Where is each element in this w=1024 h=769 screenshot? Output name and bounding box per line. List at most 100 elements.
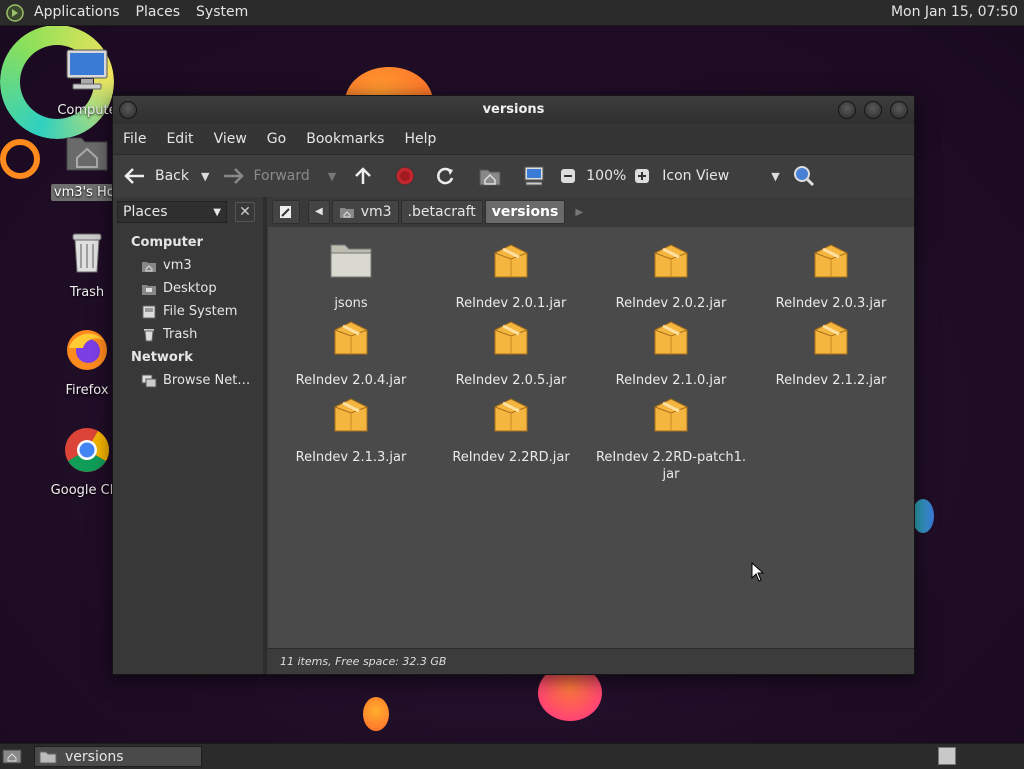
package-icon bbox=[654, 398, 688, 432]
home-button[interactable] bbox=[474, 160, 506, 192]
network-icon bbox=[141, 374, 157, 387]
minimize-button[interactable] bbox=[838, 101, 856, 119]
back-button[interactable]: Back bbox=[119, 160, 193, 192]
sidebar-item-label: vm3 bbox=[163, 258, 192, 273]
file-item[interactable]: ReIndev 2.2RD.jar bbox=[431, 391, 591, 466]
computer-icon bbox=[66, 49, 108, 90]
computer-icon bbox=[524, 166, 544, 186]
sidebar-item-vm3[interactable]: vm3 bbox=[113, 254, 263, 277]
trash-icon bbox=[72, 233, 102, 273]
package-icon bbox=[654, 244, 688, 278]
file-name-label: jsons bbox=[334, 296, 368, 311]
chevron-down-icon: ▼ bbox=[213, 206, 221, 218]
sidebar-item-browse-network[interactable]: Browse Net… bbox=[113, 369, 263, 392]
close-button[interactable] bbox=[890, 101, 908, 119]
file-name-label: ReIndev 2.0.4.jar bbox=[295, 373, 407, 388]
zoom-in-button[interactable] bbox=[630, 160, 654, 192]
menu-help[interactable]: Help bbox=[394, 131, 446, 147]
toggle-location-entry-button[interactable] bbox=[272, 200, 300, 224]
stop-icon bbox=[395, 166, 415, 186]
reload-button[interactable] bbox=[430, 160, 460, 192]
folder-icon bbox=[39, 751, 57, 763]
view-mode-select[interactable]: Icon View bbox=[662, 168, 729, 184]
folder-item[interactable]: jsons bbox=[271, 237, 431, 312]
path-crumb-betacraft[interactable]: .betacraft bbox=[400, 200, 483, 224]
path-crumb-versions[interactable]: versions bbox=[484, 200, 566, 224]
desktop-icon-label: Firefox bbox=[65, 383, 109, 398]
path-crumb-label: .betacraft bbox=[407, 204, 476, 220]
menu-edit[interactable]: Edit bbox=[156, 131, 203, 147]
menu-file[interactable]: File bbox=[113, 131, 156, 147]
menu-bookmarks[interactable]: Bookmarks bbox=[296, 131, 394, 147]
file-name-label: ReIndev 2.0.2.jar bbox=[615, 296, 727, 311]
home-icon bbox=[142, 261, 156, 272]
decorative-shape bbox=[912, 499, 934, 533]
file-name-label: ReIndev 2.0.1.jar bbox=[455, 296, 567, 311]
desktop-icon-label: Compute bbox=[57, 103, 117, 118]
chevron-right-icon[interactable]: ▶ bbox=[575, 207, 583, 218]
top-panel: Applications Places System Mon Jan 15, 0… bbox=[0, 0, 1024, 26]
package-icon bbox=[334, 321, 368, 355]
menu-go[interactable]: Go bbox=[257, 131, 296, 147]
taskbar-button-versions[interactable]: versions bbox=[34, 746, 202, 767]
applications-menu[interactable]: Applications bbox=[26, 0, 128, 25]
forward-history-dropdown[interactable]: ▼ bbox=[328, 170, 336, 183]
file-item[interactable]: ReIndev 2.0.1.jar bbox=[431, 237, 591, 312]
forward-button[interactable]: Forward bbox=[217, 160, 313, 192]
stop-button[interactable] bbox=[390, 160, 420, 192]
sidebar-item-label: Browse Net… bbox=[163, 373, 251, 388]
zoom-out-button[interactable] bbox=[556, 160, 580, 192]
package-icon bbox=[494, 244, 528, 278]
system-menu[interactable]: System bbox=[188, 0, 256, 25]
search-button[interactable] bbox=[788, 160, 820, 192]
sidebar-close-button[interactable]: ✕ bbox=[235, 202, 255, 222]
bottom-panel: versions bbox=[0, 743, 1024, 769]
back-history-dropdown[interactable]: ▼ bbox=[201, 170, 209, 183]
path-bar: ◀ vm3 .betacraft versions ▶ bbox=[268, 197, 914, 227]
show-desktop-icon[interactable] bbox=[2, 747, 22, 765]
file-item[interactable]: ReIndev 2.1.0.jar bbox=[591, 314, 751, 389]
window-menu-button[interactable] bbox=[119, 101, 137, 119]
file-item[interactable]: ReIndev 2.2RD-patch1. jar bbox=[591, 391, 751, 483]
file-item[interactable]: ReIndev 2.0.4.jar bbox=[271, 314, 431, 389]
path-crumb-vm3[interactable]: vm3 bbox=[331, 200, 399, 224]
sidebar-type-select[interactable]: Places ▼ bbox=[117, 201, 227, 223]
edit-location-icon bbox=[280, 206, 291, 218]
places-menu[interactable]: Places bbox=[128, 0, 189, 25]
menu-view[interactable]: View bbox=[204, 131, 257, 147]
firefox-icon bbox=[67, 330, 107, 370]
sidebar-item-desktop[interactable]: Desktop bbox=[113, 277, 263, 300]
computer-button[interactable] bbox=[518, 160, 550, 192]
package-icon bbox=[814, 321, 848, 355]
reload-icon bbox=[437, 167, 454, 185]
up-button[interactable] bbox=[348, 160, 378, 192]
window-titlebar[interactable]: versions bbox=[113, 96, 914, 124]
desktop-icon-label: Trash bbox=[69, 285, 105, 300]
workspace-switcher[interactable] bbox=[938, 747, 956, 765]
clock[interactable]: Mon Jan 15, 07:50 bbox=[891, 0, 1018, 25]
status-bar: 11 items, Free space: 32.3 GB bbox=[268, 648, 914, 674]
file-item[interactable]: ReIndev 2.1.2.jar bbox=[751, 314, 911, 389]
sidebar-item-file-system[interactable]: File System bbox=[113, 300, 263, 323]
view-mode-dropdown[interactable]: ▼ bbox=[771, 170, 779, 183]
sidebar-item-label: Trash bbox=[163, 327, 198, 342]
file-view-area: ◀ vm3 .betacraft versions ▶ jsons ReIndev… bbox=[268, 197, 914, 674]
sidebar-section-network: Network bbox=[131, 350, 193, 365]
back-arrow-icon bbox=[124, 168, 144, 184]
file-name-label: ReIndev 2.1.2.jar bbox=[775, 373, 887, 388]
maximize-button[interactable] bbox=[864, 101, 882, 119]
file-item[interactable]: ReIndev 2.0.3.jar bbox=[751, 237, 911, 312]
path-scroll-left-button[interactable]: ◀ bbox=[308, 200, 330, 224]
menubar: File Edit View Go Bookmarks Help bbox=[113, 124, 914, 154]
file-item[interactable]: ReIndev 2.1.3.jar bbox=[271, 391, 431, 466]
taskbar-button-label: versions bbox=[65, 748, 124, 765]
drive-icon bbox=[142, 305, 156, 318]
file-manager-window: versions File Edit View Go Bookmarks Hel… bbox=[112, 95, 915, 675]
home-folder-icon bbox=[66, 137, 108, 171]
sidebar-item-trash[interactable]: Trash bbox=[113, 323, 263, 346]
zoom-level[interactable]: 100% bbox=[586, 168, 626, 184]
package-icon bbox=[494, 398, 528, 432]
distro-logo-icon[interactable] bbox=[6, 3, 24, 22]
file-item[interactable]: ReIndev 2.0.2.jar bbox=[591, 237, 751, 312]
file-item[interactable]: ReIndev 2.0.5.jar bbox=[431, 314, 591, 389]
